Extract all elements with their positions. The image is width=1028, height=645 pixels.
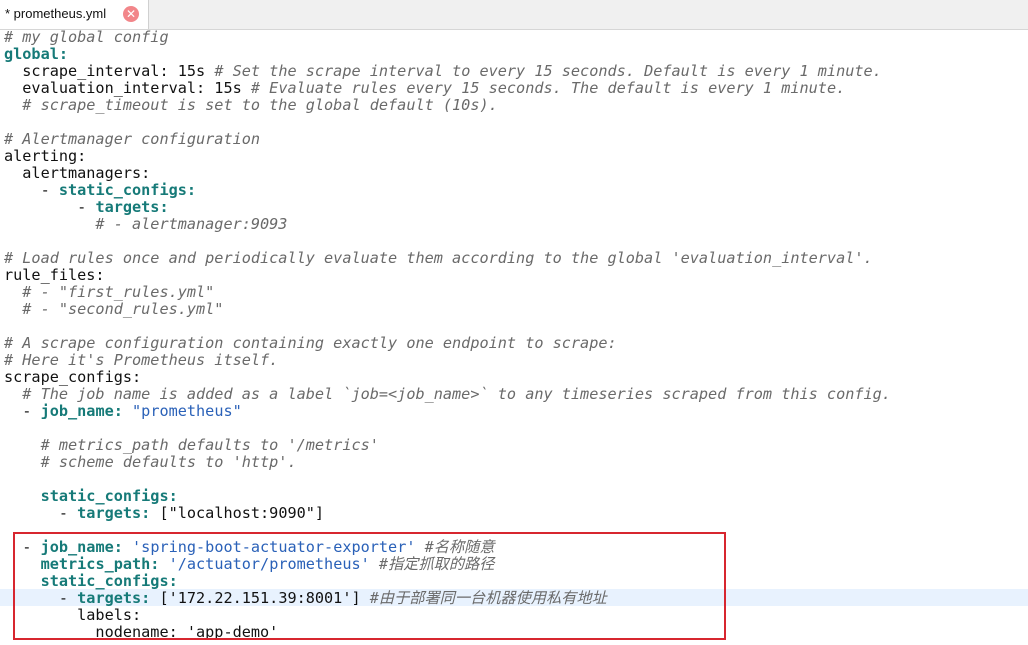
code-token: "prometheus" — [132, 402, 242, 420]
code-token: # scrape_timeout is set to the global de… — [4, 96, 498, 114]
code-token: static_configs: — [58, 181, 197, 199]
code-token: # A scrape configuration containing exac… — [4, 334, 617, 352]
code-token: ["localhost:9090"] — [150, 504, 325, 522]
code-token: - — [4, 181, 59, 199]
code-line[interactable]: - targets: ["localhost:9090"] — [4, 505, 324, 522]
code-token: scrape_configs: — [4, 368, 142, 386]
code-line[interactable]: scrape_interval: 15s # Set the scrape in… — [4, 63, 882, 80]
code-line[interactable]: # A scrape configuration containing exac… — [4, 335, 617, 352]
code-token: - — [4, 402, 41, 420]
code-line[interactable]: # scrape_timeout is set to the global de… — [4, 96, 498, 114]
code-token: # scheme defaults to 'http'. — [4, 453, 297, 471]
code-token: alertmanagers: — [4, 164, 151, 182]
code-token: global: — [4, 45, 69, 63]
code-line[interactable]: # scheme defaults to 'http'. — [4, 454, 297, 471]
close-icon[interactable]: ✕ — [123, 6, 139, 22]
code-token: - — [4, 198, 96, 216]
code-token: # - alertmanager:9093 — [4, 215, 288, 233]
code-line[interactable]: - job_name: "prometheus" — [4, 402, 242, 420]
tab-bar: * prometheus.yml ✕ — [0, 0, 1028, 30]
code-token: job_name: — [40, 402, 123, 420]
code-token: # Here it's Prometheus itself. — [4, 351, 279, 369]
code-token: scrape_interval: 15s — [4, 62, 215, 80]
code-line[interactable]: # Here it's Prometheus itself. — [4, 352, 278, 369]
code-line[interactable]: # my global config — [4, 29, 169, 46]
code-token: static_configs: — [40, 487, 178, 505]
code-line[interactable]: evaluation_interval: 15s # Evaluate rule… — [4, 80, 845, 97]
annotation-box — [13, 532, 726, 640]
code-token: # Evaluate rules every 15 seconds. The d… — [250, 79, 846, 97]
code-token: # metrics_path defaults to '/metrics' — [4, 436, 379, 454]
tab-title: * prometheus.yml — [5, 6, 107, 21]
code-line[interactable]: # metrics_path defaults to '/metrics' — [4, 437, 379, 454]
code-line[interactable]: # - alertmanager:9093 — [4, 216, 287, 233]
code-token: # Load rules once and periodically evalu… — [4, 249, 873, 267]
code-token: - — [4, 504, 78, 522]
code-line[interactable]: # - "first_rules.yml" — [4, 284, 214, 301]
code-line[interactable]: scrape_configs: — [4, 369, 141, 386]
code-line[interactable]: - static_configs: — [4, 182, 196, 199]
code-token: alerting: — [4, 147, 87, 165]
code-line[interactable]: # Alertmanager configuration — [4, 131, 260, 148]
code-token: # Alertmanager configuration — [4, 130, 261, 148]
code-line[interactable]: alerting: — [4, 148, 86, 165]
code-token: # - "second_rules.yml" — [4, 300, 224, 318]
code-line[interactable]: # Load rules once and periodically evalu… — [4, 250, 873, 267]
code-token: targets: — [95, 198, 169, 216]
code-line[interactable]: # The job name is added as a label `job=… — [4, 386, 891, 403]
code-token: # my global config — [4, 29, 169, 46]
code-token: # Set the scrape interval to every 15 se… — [214, 62, 882, 80]
code-token: targets: — [77, 504, 151, 522]
code-line[interactable]: alertmanagers: — [4, 165, 150, 182]
code-line[interactable]: global: — [4, 46, 68, 63]
code-token: rule_files: — [4, 266, 105, 284]
tab-prometheus-yml[interactable]: * prometheus.yml ✕ — [0, 0, 149, 29]
code-token: evaluation_interval: 15s — [4, 79, 251, 97]
code-token: # The job name is added as a label `job=… — [4, 385, 891, 403]
code-line[interactable]: static_configs: — [4, 488, 178, 505]
code-line[interactable]: # - "second_rules.yml" — [4, 301, 223, 318]
code-line[interactable]: - targets: — [4, 198, 169, 216]
code-line[interactable]: rule_files: — [4, 267, 105, 284]
code-editor[interactable]: # my global config global: scrape_interva… — [0, 29, 1028, 645]
code-token: # - "first_rules.yml" — [4, 283, 215, 301]
